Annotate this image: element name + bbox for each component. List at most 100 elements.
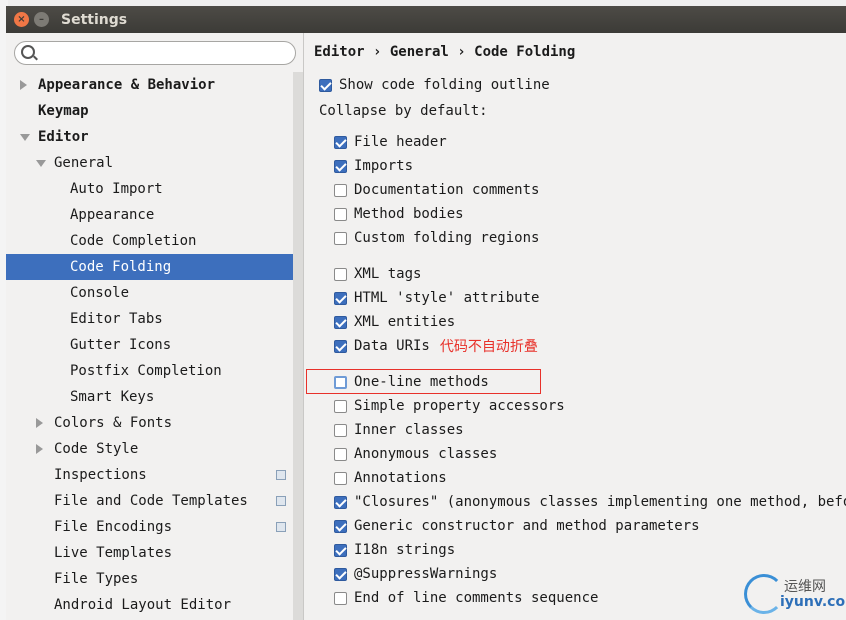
option-label: Imports bbox=[354, 158, 414, 174]
option-method-bodies-checkbox[interactable] bbox=[334, 207, 347, 221]
sidebar-item-label: Live Templates bbox=[54, 545, 173, 561]
title-bar: × – Settings bbox=[6, 6, 846, 33]
option-label: Inner classes bbox=[354, 422, 464, 438]
sidebar-item-editor[interactable]: Editor bbox=[6, 124, 293, 150]
expand-arrow-right-icon[interactable] bbox=[36, 418, 43, 428]
project-scope-icon bbox=[273, 467, 286, 480]
sidebar-item-console[interactable]: Console bbox=[6, 280, 293, 306]
sidebar-item-file-and-code-templates[interactable]: File and Code Templates bbox=[6, 488, 293, 514]
option-html-style-attribute-checkbox[interactable] bbox=[334, 291, 347, 305]
option-end-of-line-comments-sequence-checkbox[interactable] bbox=[334, 591, 347, 605]
expand-arrow-right-icon[interactable] bbox=[36, 444, 43, 454]
option-inner-classes-row[interactable]: Inner classes bbox=[334, 418, 464, 442]
sidebar-item-gutter-icons[interactable]: Gutter Icons bbox=[6, 332, 293, 358]
collapse-by-default-label: Collapse by default: bbox=[319, 103, 488, 119]
option-i18n-strings-row[interactable]: I18n strings bbox=[334, 538, 455, 562]
watermark-bottom-text: iyunv.com bbox=[780, 594, 846, 610]
sidebar-item-smart-keys[interactable]: Smart Keys bbox=[6, 384, 293, 410]
sidebar-item-label: Inspections bbox=[54, 467, 147, 483]
sidebar-item-label: Postfix Completion bbox=[70, 363, 222, 379]
sidebar-scrollbar[interactable] bbox=[293, 72, 303, 620]
sidebar-item-label: Auto Import bbox=[70, 181, 163, 197]
sidebar-item-file-types[interactable]: File Types bbox=[6, 566, 293, 592]
option-label: End of line comments sequence bbox=[354, 590, 599, 606]
option-simple-property-accessors-checkbox[interactable] bbox=[334, 399, 347, 413]
sidebar-item-label: Gutter Icons bbox=[70, 337, 172, 353]
option-end-of-line-comments-sequence-row[interactable]: End of line comments sequence bbox=[334, 586, 598, 610]
sidebar-item-file-encodings[interactable]: File Encodings bbox=[6, 514, 293, 540]
option-xml-tags-checkbox[interactable] bbox=[334, 267, 347, 281]
option-annotations-row[interactable]: Annotations bbox=[334, 466, 447, 490]
option-suppresswarnings-row[interactable]: @SuppressWarnings bbox=[334, 562, 497, 586]
option-data-uris-row[interactable]: Data URIs 代码不自动折叠 bbox=[334, 334, 538, 358]
option-method-bodies-row[interactable]: Method bodies bbox=[334, 202, 464, 226]
option-file-header-checkbox[interactable] bbox=[334, 135, 347, 149]
sidebar-item-label: File Types bbox=[54, 571, 139, 587]
minimize-icon[interactable]: – bbox=[34, 12, 49, 27]
option-simple-property-accessors-row[interactable]: Simple property accessors bbox=[334, 394, 565, 418]
sidebar-item-code-style[interactable]: Code Style bbox=[6, 436, 293, 462]
sidebar-item-label: Appearance bbox=[70, 207, 155, 223]
option-suppresswarnings-checkbox[interactable] bbox=[334, 567, 347, 581]
watermark-logo: 运维网 iyunv.com bbox=[744, 572, 846, 618]
expand-arrow-right-icon[interactable] bbox=[20, 80, 27, 90]
option-i18n-strings-checkbox[interactable] bbox=[334, 543, 347, 557]
option-file-header-row[interactable]: File header bbox=[334, 130, 447, 154]
sidebar-item-postfix-completion[interactable]: Postfix Completion bbox=[6, 358, 293, 384]
option-generic-constructor-and-method-parameters-row[interactable]: Generic constructor and method parameter… bbox=[334, 514, 700, 538]
option-html-style-attribute-row[interactable]: HTML 'style' attribute bbox=[334, 286, 539, 310]
option-documentation-comments-row[interactable]: Documentation comments bbox=[334, 178, 539, 202]
sidebar-item-editor-tabs[interactable]: Editor Tabs bbox=[6, 306, 293, 332]
close-icon[interactable]: × bbox=[14, 12, 29, 27]
sidebar-item-label: Editor Tabs bbox=[70, 311, 163, 327]
option-xml-entities-row[interactable]: XML entities bbox=[334, 310, 455, 334]
search-box[interactable] bbox=[14, 41, 296, 65]
search-input[interactable] bbox=[39, 43, 293, 63]
sidebar-item-label: Keymap bbox=[38, 103, 89, 119]
sidebar-item-inspections[interactable]: Inspections bbox=[6, 462, 293, 488]
option-label: Method bodies bbox=[354, 206, 464, 222]
option-xml-entities-checkbox[interactable] bbox=[334, 315, 347, 329]
option-label: XML tags bbox=[354, 266, 422, 282]
show-outline-checkbox[interactable] bbox=[319, 78, 332, 92]
option-imports-checkbox[interactable] bbox=[334, 159, 347, 173]
show-outline-label: Show code folding outline bbox=[339, 77, 550, 93]
sidebar-item-auto-import[interactable]: Auto Import bbox=[6, 176, 293, 202]
option-label: Custom folding regions bbox=[354, 230, 540, 246]
sidebar-item-android-layout-editor[interactable]: Android Layout Editor bbox=[6, 592, 293, 618]
option-xml-tags-row[interactable]: XML tags bbox=[334, 262, 421, 286]
project-scope-icon bbox=[273, 493, 286, 506]
option-documentation-comments-checkbox[interactable] bbox=[334, 183, 347, 197]
option-label: "Closures" (anonymous classes implementi… bbox=[354, 494, 846, 510]
sidebar-item-appearance[interactable]: Appearance bbox=[6, 202, 293, 228]
sidebar-item-live-templates[interactable]: Live Templates bbox=[6, 540, 293, 566]
option-anonymous-classes-checkbox[interactable] bbox=[334, 447, 347, 461]
sidebar-item-code-folding[interactable]: Code Folding bbox=[6, 254, 293, 280]
sidebar-item-keymap[interactable]: Keymap bbox=[6, 98, 293, 124]
sidebar-item-label: File Encodings bbox=[54, 519, 173, 535]
option-anonymous-classes-row[interactable]: Anonymous classes bbox=[334, 442, 497, 466]
option-closures-anonymous-classes-implementing-one-method-before-checkbox[interactable] bbox=[334, 495, 347, 509]
sidebar-item-appearance-behavior[interactable]: Appearance & Behavior bbox=[6, 72, 293, 98]
search-icon bbox=[21, 45, 35, 59]
option-inner-classes-checkbox[interactable] bbox=[334, 423, 347, 437]
option-closures-anonymous-classes-implementing-one-method-before-row[interactable]: "Closures" (anonymous classes implementi… bbox=[334, 490, 846, 514]
option-label: Annotations bbox=[354, 470, 447, 486]
option-label: HTML 'style' attribute bbox=[354, 290, 540, 306]
option-custom-folding-regions-row[interactable]: Custom folding regions bbox=[334, 226, 539, 250]
code-folding-panel: Editor › General › Code Folding Show cod… bbox=[304, 33, 846, 620]
option-custom-folding-regions-checkbox[interactable] bbox=[334, 231, 347, 245]
option-label: I18n strings bbox=[354, 542, 456, 558]
sidebar-item-code-completion[interactable]: Code Completion bbox=[6, 228, 293, 254]
option-imports-row[interactable]: Imports bbox=[334, 154, 413, 178]
expand-arrow-down-icon[interactable] bbox=[20, 134, 30, 141]
expand-arrow-down-icon[interactable] bbox=[36, 160, 46, 167]
option-generic-constructor-and-method-parameters-checkbox[interactable] bbox=[334, 519, 347, 533]
show-outline-row[interactable]: Show code folding outline bbox=[319, 73, 550, 97]
option-label: File header bbox=[354, 134, 447, 150]
project-scope-icon bbox=[273, 519, 286, 532]
sidebar-item-colors-fonts[interactable]: Colors & Fonts bbox=[6, 410, 293, 436]
option-annotations-checkbox[interactable] bbox=[334, 471, 347, 485]
sidebar-item-general[interactable]: General bbox=[6, 150, 293, 176]
option-data-uris-checkbox[interactable] bbox=[334, 339, 347, 353]
